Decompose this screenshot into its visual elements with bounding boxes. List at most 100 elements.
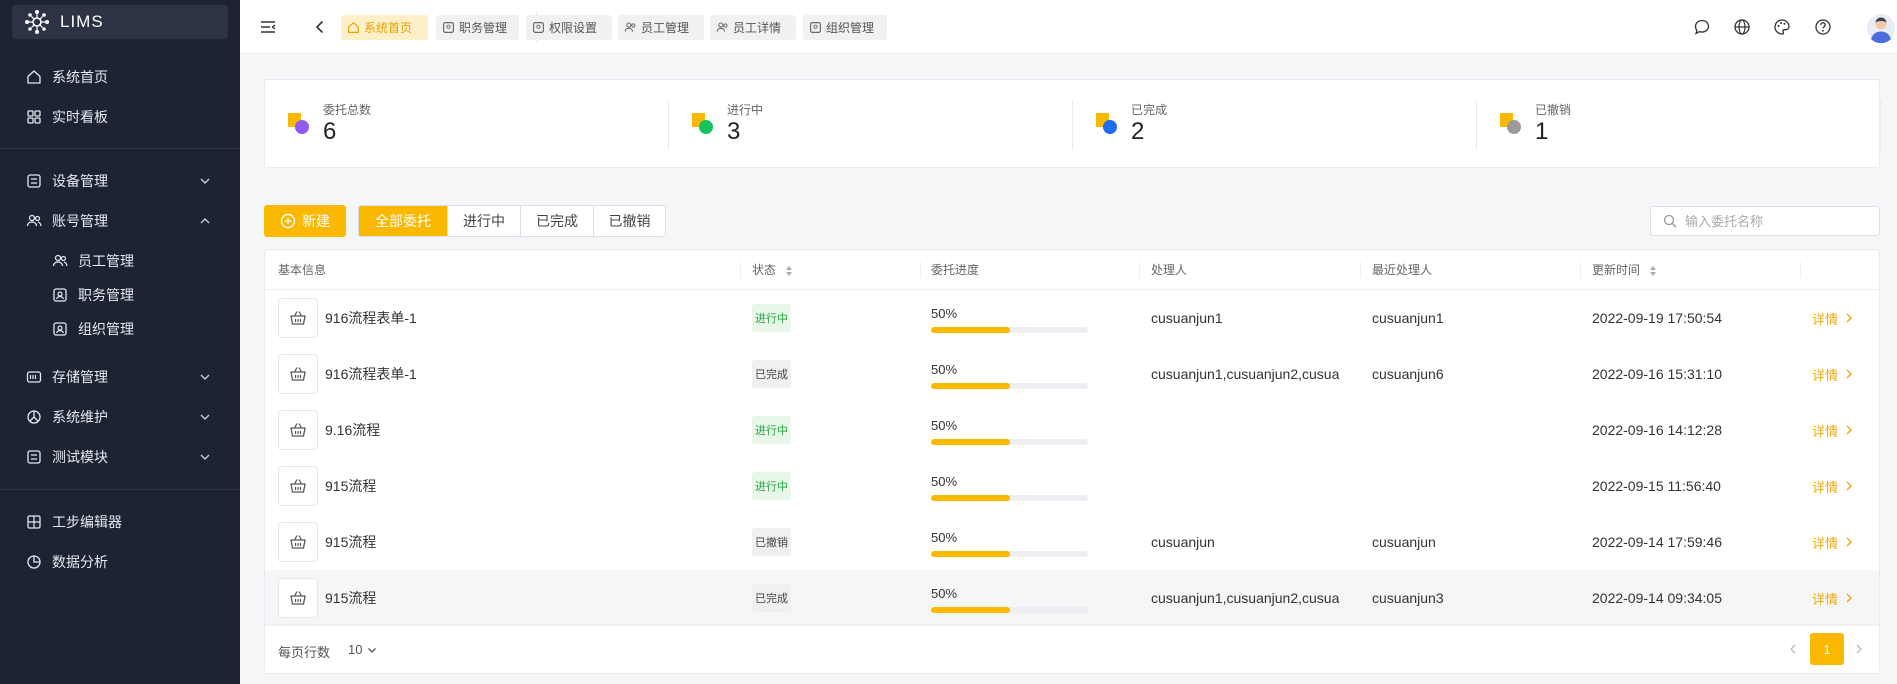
header-progress: 委托进度 bbox=[931, 263, 980, 277]
user-avatar[interactable] bbox=[1866, 13, 1896, 43]
tab-permission[interactable]: 权限设置 bbox=[526, 15, 612, 40]
tab-employee-detail[interactable]: 员工详情 bbox=[710, 15, 796, 40]
basket-icon bbox=[290, 535, 306, 549]
id-card-icon bbox=[443, 22, 454, 33]
sidebar-item-step-editor[interactable]: 工步编辑器 bbox=[0, 502, 240, 542]
row-progress: 50% bbox=[931, 306, 1091, 333]
sidebar-item-label: 实时看板 bbox=[52, 109, 108, 125]
stat-value: 6 bbox=[323, 118, 337, 145]
detail-link[interactable]: 详情 bbox=[1812, 570, 1854, 626]
sidebar-item-position[interactable]: 职务管理 bbox=[0, 278, 240, 312]
row-progress: 50% bbox=[931, 474, 1091, 501]
detail-link[interactable]: 详情 bbox=[1812, 402, 1854, 458]
sort-icon bbox=[786, 265, 793, 276]
new-button[interactable]: 新建 bbox=[264, 205, 346, 237]
stat-label: 委托总数 bbox=[323, 103, 372, 117]
tab-label: 组织管理 bbox=[826, 21, 875, 35]
sidebar-item-storage[interactable]: 存储管理 bbox=[0, 357, 240, 397]
tab-organization[interactable]: 组织管理 bbox=[803, 15, 887, 40]
tab-label: 员工管理 bbox=[641, 21, 690, 35]
tab-employee[interactable]: 员工管理 bbox=[618, 15, 704, 40]
sort-icon bbox=[1650, 265, 1657, 276]
stat-value: 1 bbox=[1535, 118, 1549, 145]
progress-track bbox=[931, 439, 1088, 445]
sidebar-item-organization[interactable]: 组织管理 bbox=[0, 312, 240, 346]
sidebar-item-label: 设备管理 bbox=[52, 173, 108, 189]
header-status-col[interactable]: 状态 bbox=[752, 250, 793, 290]
tab-label: 职务管理 bbox=[459, 21, 508, 35]
plus-circle-icon bbox=[280, 213, 296, 229]
app-logo[interactable]: LIMS bbox=[12, 5, 228, 39]
row-status-cell: 已完成 bbox=[752, 570, 791, 626]
tab-position[interactable]: 职务管理 bbox=[436, 15, 519, 40]
sidebar-item-test[interactable]: 测试模块 bbox=[0, 437, 240, 477]
avatar-icon bbox=[1867, 14, 1895, 43]
detail-link[interactable]: 详情 bbox=[1812, 290, 1854, 346]
back-button[interactable] bbox=[310, 17, 330, 37]
row-handler bbox=[1151, 402, 1351, 458]
chevron-down-icon bbox=[200, 178, 210, 184]
help-button[interactable] bbox=[1813, 17, 1833, 37]
detail-link-label: 详情 bbox=[1812, 367, 1839, 383]
row-name: 915流程 bbox=[325, 534, 377, 550]
search-icon bbox=[1663, 214, 1677, 228]
users-icon bbox=[52, 253, 68, 269]
collapse-menu-button[interactable] bbox=[258, 17, 278, 37]
dashboard-icon bbox=[26, 109, 42, 125]
stat-running-icon bbox=[692, 113, 713, 134]
chart-icon bbox=[26, 554, 42, 570]
rows-per-page-label: 每页行数 bbox=[278, 645, 331, 660]
filter-running[interactable]: 进行中 bbox=[447, 206, 520, 236]
stat-label: 已撤销 bbox=[1535, 103, 1572, 117]
table-row[interactable]: 916流程表单-1 已完成 50% cusuanjun1,cusuanjun2,cus… bbox=[265, 346, 1879, 402]
device-icon bbox=[26, 173, 42, 189]
header-divider bbox=[1800, 262, 1801, 278]
table-row[interactable]: 9.16流程 进行中 50% 2022-09-16 14:12:28 详情 bbox=[265, 402, 1879, 458]
sidebar-item-employee[interactable]: 员工管理 bbox=[0, 244, 240, 278]
detail-link[interactable]: 详情 bbox=[1812, 346, 1854, 402]
filter-cancelled[interactable]: 已撤销 bbox=[593, 206, 665, 236]
filter-done[interactable]: 已完成 bbox=[520, 206, 593, 236]
test-icon bbox=[26, 449, 42, 465]
row-last-handler: cusuanjun6 bbox=[1372, 366, 1444, 382]
header-divider bbox=[1360, 262, 1361, 278]
search-input[interactable] bbox=[1685, 213, 1875, 229]
sidebar-item-device[interactable]: 设备管理 bbox=[0, 161, 240, 201]
sidebar-item-maintenance[interactable]: 系统维护 bbox=[0, 397, 240, 437]
sidebar-item-account[interactable]: 账号管理 bbox=[0, 201, 240, 241]
table-row[interactable]: 915流程 进行中 50% 2022-09-15 11:56:40 详情 bbox=[265, 458, 1879, 514]
language-button[interactable] bbox=[1732, 17, 1752, 37]
stat-divider bbox=[1880, 100, 1881, 150]
row-name: 915流程 bbox=[325, 590, 377, 606]
row-status-cell: 已完成 bbox=[752, 346, 791, 402]
page-size-value: 10 bbox=[348, 642, 363, 657]
row-thumbnail bbox=[278, 410, 318, 450]
tab-home[interactable]: 系统首页 bbox=[341, 15, 428, 40]
stat-done-icon bbox=[1096, 113, 1117, 134]
prev-page-icon[interactable] bbox=[1786, 641, 1800, 657]
search-box bbox=[1650, 206, 1880, 236]
messages-button[interactable] bbox=[1692, 17, 1712, 37]
sidebar-item-home[interactable]: 系统首页 bbox=[0, 57, 240, 97]
home-icon bbox=[26, 69, 42, 85]
stat-label: 已完成 bbox=[1131, 103, 1168, 117]
header-updated-col[interactable]: 更新时间 bbox=[1592, 250, 1657, 290]
tab-label: 员工详情 bbox=[733, 21, 782, 35]
row-name: 916流程表单-1 bbox=[325, 366, 417, 382]
progress-value: 50% bbox=[931, 362, 958, 377]
next-page-icon[interactable] bbox=[1852, 641, 1866, 657]
theme-button[interactable] bbox=[1772, 17, 1792, 37]
sidebar-item-analysis[interactable]: 数据分析 bbox=[0, 542, 240, 582]
table-row[interactable]: 915流程 已撤销 50% cusuanjun cusuanjun 2022-09-14 … bbox=[265, 514, 1879, 570]
row-thumbnail bbox=[278, 522, 318, 562]
table-row[interactable]: 915流程 已完成 50% cusuanjun1,cusuanjun2,cusua cu… bbox=[265, 570, 1879, 626]
table-row[interactable]: 916流程表单-1 进行中 50% cusuanjun1 cusuanjun1 2022-… bbox=[265, 290, 1879, 346]
filter-all[interactable]: 全部委托 bbox=[359, 206, 447, 236]
sidebar-item-label: 职务管理 bbox=[78, 287, 134, 303]
page-number-button[interactable]: 1 bbox=[1810, 633, 1844, 665]
page-size-select[interactable]: 10 bbox=[348, 642, 378, 657]
sidebar-item-dashboard[interactable]: 实时看板 bbox=[0, 97, 240, 137]
app-title: LIMS bbox=[60, 12, 104, 31]
detail-link[interactable]: 详情 bbox=[1812, 514, 1854, 570]
detail-link[interactable]: 详情 bbox=[1812, 458, 1854, 514]
